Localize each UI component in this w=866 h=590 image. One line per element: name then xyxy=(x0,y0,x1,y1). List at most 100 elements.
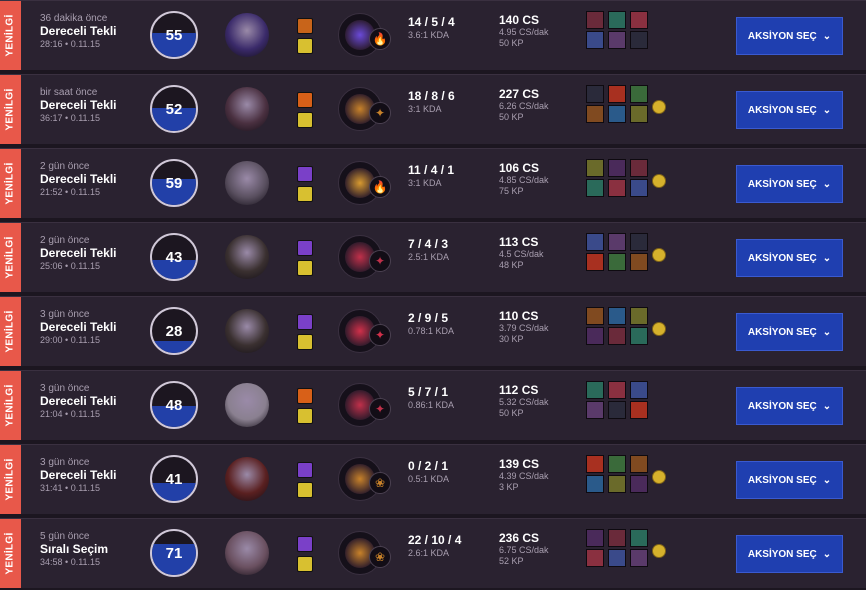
item-slot[interactable] xyxy=(630,455,648,473)
item-build xyxy=(586,307,676,357)
item-slot[interactable] xyxy=(586,179,604,197)
match-row[interactable]: YENİLGİ 3 gün önce Dereceli Tekli 31:41 … xyxy=(0,444,866,514)
queue-type: Dereceli Tekli xyxy=(40,98,117,112)
summoner-spell-icon xyxy=(297,38,313,54)
item-slot[interactable] xyxy=(608,529,626,547)
item-slot[interactable] xyxy=(608,179,626,197)
kda-block: 2 / 9 / 5 0.78:1 KDA xyxy=(408,311,454,337)
action-select-button[interactable]: AKSİYON SEÇ ⌄ xyxy=(736,535,843,573)
item-slot[interactable] xyxy=(608,85,626,103)
item-slot[interactable] xyxy=(608,105,626,123)
item-slot[interactable] xyxy=(630,381,648,399)
summoner-spell-icon xyxy=(297,556,313,572)
item-slot[interactable] xyxy=(630,253,648,271)
item-slot[interactable] xyxy=(630,529,648,547)
item-slot[interactable] xyxy=(608,233,626,251)
match-row[interactable]: YENİLGİ bir saat önce Dereceli Tekli 36:… xyxy=(0,74,866,144)
item-slot[interactable] xyxy=(630,549,648,567)
action-select-button[interactable]: AKSİYON SEÇ ⌄ xyxy=(736,165,843,203)
action-select-button[interactable]: AKSİYON SEÇ ⌄ xyxy=(736,387,843,425)
champion-portrait[interactable] xyxy=(225,383,269,427)
item-slot[interactable] xyxy=(608,549,626,567)
item-slot[interactable] xyxy=(630,11,648,29)
kill-participation: 50 KP xyxy=(499,112,524,122)
item-slot[interactable] xyxy=(586,327,604,345)
item-slot[interactable] xyxy=(586,549,604,567)
item-slot[interactable] xyxy=(608,159,626,177)
champion-portrait[interactable] xyxy=(225,161,269,205)
item-slot[interactable] xyxy=(586,85,604,103)
item-slot[interactable] xyxy=(630,307,648,325)
item-slot[interactable] xyxy=(586,401,604,419)
item-slot[interactable] xyxy=(608,11,626,29)
item-slot[interactable] xyxy=(630,327,648,345)
action-select-button[interactable]: AKSİYON SEÇ ⌄ xyxy=(736,313,843,351)
item-slot[interactable] xyxy=(630,31,648,49)
action-select-button[interactable]: AKSİYON SEÇ ⌄ xyxy=(736,461,843,499)
match-info: 3 gün önce Dereceli Tekli 21:04 • 0.11.1… xyxy=(40,383,140,420)
champion-portrait[interactable] xyxy=(225,13,269,57)
champion-portrait[interactable] xyxy=(225,309,269,353)
item-slot[interactable] xyxy=(630,105,648,123)
item-slot[interactable] xyxy=(608,455,626,473)
champion-portrait[interactable] xyxy=(225,457,269,501)
cs-value: 112 CS xyxy=(499,383,539,397)
item-slot[interactable] xyxy=(586,105,604,123)
item-slot[interactable] xyxy=(586,529,604,547)
action-select-button[interactable]: AKSİYON SEÇ ⌄ xyxy=(736,239,843,277)
match-row[interactable]: YENİLGİ 36 dakika önce Dereceli Tekli 28… xyxy=(0,0,866,70)
item-slot[interactable] xyxy=(586,381,604,399)
secondary-rune-icon: 🔥 xyxy=(369,28,391,50)
match-row[interactable]: YENİLGİ 5 gün önce Sıralı Seçim 34:58 • … xyxy=(0,518,866,588)
item-slot[interactable] xyxy=(586,11,604,29)
item-slot[interactable] xyxy=(586,307,604,325)
item-slot[interactable] xyxy=(608,307,626,325)
item-slot[interactable] xyxy=(630,401,648,419)
item-slot[interactable] xyxy=(608,381,626,399)
champion-portrait[interactable] xyxy=(225,531,269,575)
item-slot[interactable] xyxy=(586,475,604,493)
kda-ratio: 0.78:1 KDA xyxy=(408,326,455,336)
kill-participation: 75 KP xyxy=(499,186,524,196)
match-row[interactable]: YENİLGİ 3 gün önce Dereceli Tekli 21:04 … xyxy=(0,370,866,440)
summoner-spell-icon xyxy=(297,92,313,108)
match-row[interactable]: YENİLGİ 3 gün önce Dereceli Tekli 29:00 … xyxy=(0,296,866,366)
match-row[interactable]: YENİLGİ 2 gün önce Dereceli Tekli 21:52 … xyxy=(0,148,866,218)
item-slot[interactable] xyxy=(608,401,626,419)
champion-portrait[interactable] xyxy=(225,235,269,279)
duration: 28:16 xyxy=(40,39,63,49)
item-build xyxy=(586,159,676,209)
item-slot[interactable] xyxy=(586,159,604,177)
item-slot[interactable] xyxy=(608,327,626,345)
queue-type: Sıralı Seçim xyxy=(40,542,109,556)
result-label: YENİLGİ xyxy=(5,162,17,205)
summoner-spell-icon xyxy=(297,260,313,276)
secondary-rune-icon: ✦ xyxy=(369,324,391,346)
queue-type: Dereceli Tekli xyxy=(40,24,117,38)
item-slot[interactable] xyxy=(586,233,604,251)
duration: 25:06 xyxy=(40,261,63,271)
result-tag: YENİLGİ xyxy=(0,445,21,514)
item-slot[interactable] xyxy=(630,179,648,197)
score-value: 48 xyxy=(165,396,183,414)
item-slot[interactable] xyxy=(586,253,604,271)
action-select-button[interactable]: AKSİYON SEÇ ⌄ xyxy=(736,91,843,129)
item-slot[interactable] xyxy=(630,85,648,103)
item-slot[interactable] xyxy=(630,159,648,177)
item-build xyxy=(586,529,676,579)
action-select-button[interactable]: AKSİYON SEÇ ⌄ xyxy=(736,17,843,55)
item-slot[interactable] xyxy=(630,475,648,493)
item-slot[interactable] xyxy=(608,31,626,49)
item-slot[interactable] xyxy=(608,475,626,493)
item-slot[interactable] xyxy=(586,31,604,49)
champion-portrait[interactable] xyxy=(225,87,269,131)
kda-block: 22 / 10 / 4 2.6:1 KDA xyxy=(408,533,461,559)
item-slot[interactable] xyxy=(630,233,648,251)
match-info: 3 gün önce Dereceli Tekli 31:41 • 0.11.1… xyxy=(40,457,140,494)
summoner-spell-icon xyxy=(297,462,313,478)
trinket-ward-icon xyxy=(652,100,666,114)
item-slot[interactable] xyxy=(608,253,626,271)
match-row[interactable]: YENİLGİ 2 gün önce Dereceli Tekli 25:06 … xyxy=(0,222,866,292)
item-slot[interactable] xyxy=(586,455,604,473)
cs-block: 112 CS 5.32 CS/dak 50 KP xyxy=(499,383,549,419)
